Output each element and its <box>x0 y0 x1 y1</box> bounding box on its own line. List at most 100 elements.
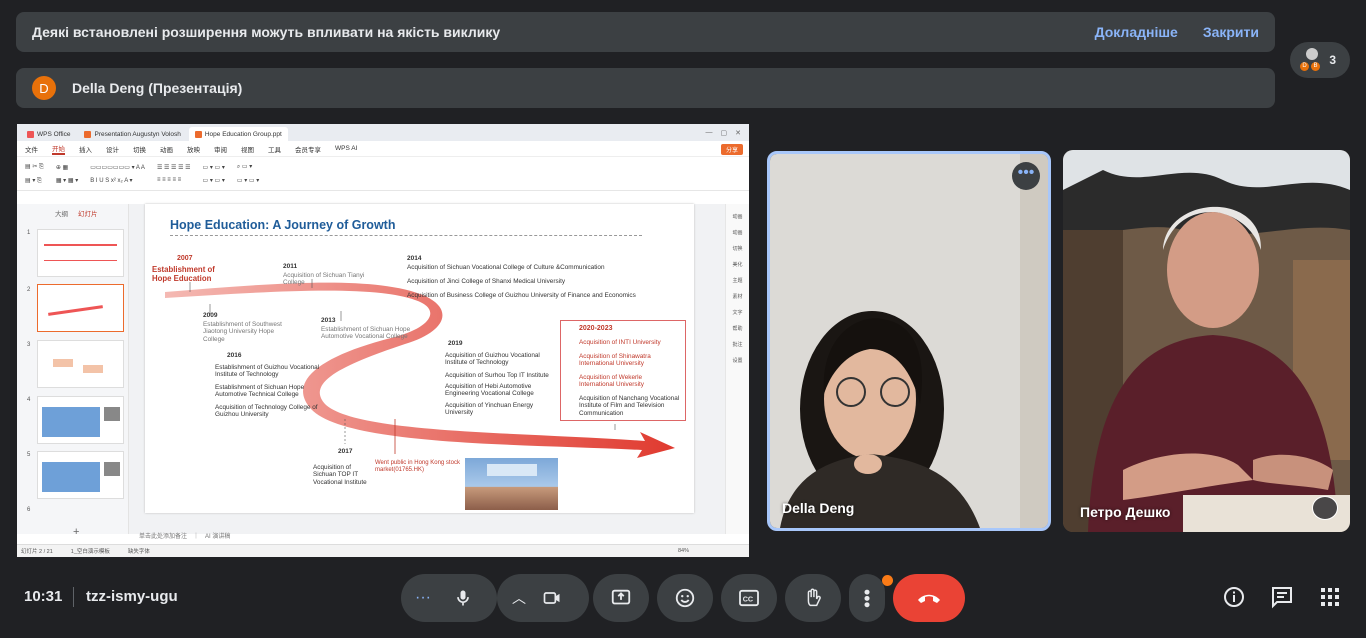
slide-thumbnail-5[interactable] <box>37 451 124 499</box>
menu-tools[interactable]: 工具 <box>268 144 281 154</box>
slide-thumbnail-3[interactable] <box>37 340 124 388</box>
slides-tab[interactable]: 幻灯片 <box>78 208 98 218</box>
menu-home[interactable]: 开始 <box>52 143 65 155</box>
more-options-button[interactable]: ••• <box>849 574 885 622</box>
zoom-level[interactable]: 84% <box>678 548 689 554</box>
hand-icon <box>807 588 821 607</box>
tool-8[interactable]: 帮助 <box>726 325 749 332</box>
wps-status-bar: 幻灯片 2 / 21 1_空白演示模板 缺失字体 84% <box>17 544 749 557</box>
wps-logo-icon <box>27 130 34 138</box>
wps-tab-home[interactable]: WPS Office <box>21 127 76 141</box>
chevron-up-icon[interactable]: ︿ <box>497 588 541 608</box>
slide-thumbnail-1[interactable] <box>37 229 124 277</box>
notes-area[interactable]: 单击此处添加备注 ｜ AI 演讲稿 <box>139 531 230 540</box>
share-button[interactable]: 分享 <box>720 144 743 155</box>
slide-thumbnail-2[interactable] <box>37 284 124 332</box>
item-2020-3: Acquisition of Wekerle International Uni… <box>579 374 645 389</box>
tool-10[interactable]: 设置 <box>726 357 749 364</box>
notification-dot <box>882 575 893 586</box>
ribbon-group-paragraph[interactable]: ☰ ☰ ☰ ☰ ☰ ≡ ≡ ≡ ≡ ≡ <box>157 164 191 183</box>
add-slide-icon[interactable]: + <box>73 526 79 538</box>
slide-thumbnail-4[interactable] <box>37 396 124 444</box>
menu-view[interactable]: 视图 <box>241 144 254 154</box>
wps-tab-bar: WPS Office Presentation Augustyn Volosh … <box>17 124 749 141</box>
missing-fonts[interactable]: 缺失字体 <box>128 547 150 555</box>
emoji-icon <box>675 588 695 608</box>
ppt-file-icon <box>194 130 202 138</box>
wps-ribbon: ▤ ✂ ⎘ ▤ ▾ ⎘ ⊕ ▦ ▦ ▾ ▦ ▾ ▭▭▭▭▭▭▭ ▾ A AB I U… <box>17 157 749 191</box>
ribbon-group-font[interactable]: ▭▭▭▭▭▭▭ ▾ A AB I U S x² x₂ A ▾ <box>90 164 145 184</box>
tool-9[interactable]: 批注 <box>726 341 749 348</box>
box-2020-2023: 2020-2023 Acquisition of INTI University… <box>560 320 686 421</box>
menu-animation[interactable]: 动画 <box>160 144 173 154</box>
tool-1[interactable]: 动画 <box>726 213 749 220</box>
tool-5[interactable]: 主题 <box>726 277 749 284</box>
footer-divider <box>73 587 74 607</box>
clock: 10:31 <box>24 588 63 605</box>
slide-number: 1 <box>27 230 31 236</box>
menu-review[interactable]: 审阅 <box>214 144 227 154</box>
item-2014-1: Acquisition of Sichuan Vocational Colleg… <box>407 264 605 271</box>
menu-wps-ai[interactable]: WPS AI <box>335 145 357 152</box>
shared-screen: WPS Office Presentation Augustyn Volosh … <box>17 124 749 557</box>
present-button[interactable] <box>593 574 649 622</box>
activities-icon[interactable] <box>1317 584 1343 610</box>
camera-control-group: ︿ <box>497 574 589 622</box>
wps-tab-presentation[interactable]: Presentation Augustyn Volosh <box>78 127 186 141</box>
raise-hand-button[interactable] <box>785 574 841 622</box>
close-icon[interactable]: ✕ <box>735 129 741 137</box>
microphone-icon[interactable] <box>453 588 473 608</box>
tool-2[interactable]: 动画 <box>726 229 749 236</box>
text-2018: Went public in Hong Kong stock market(01… <box>375 460 460 473</box>
slide-number: 3 <box>27 342 31 348</box>
reactions-button[interactable] <box>657 574 713 622</box>
right-toolbar: 动画 动画 切换 美化 主题 素材 文字 帮助 批注 设置 <box>725 204 749 534</box>
item-2020-2: Acquisition of Shinawatra International … <box>579 353 651 368</box>
slide-thumbnails-panel: 大纲 幻灯片 1 2 3 4 5 6 + <box>17 204 129 538</box>
close-banner-button[interactable]: Закрити <box>1203 24 1259 40</box>
item-2019-4: Acquisition of Yinchuan Energy Universit… <box>445 402 534 417</box>
wps-tab-hope[interactable]: Hope Education Group.ppt <box>188 127 288 141</box>
audio-settings-icon[interactable]: ··· <box>401 589 445 607</box>
meeting-info-icon[interactable] <box>1221 584 1247 610</box>
item-2019-2: Acquisition of Surhou Top IT Institute <box>445 372 549 379</box>
tool-7[interactable]: 文字 <box>726 309 749 316</box>
menu-slideshow[interactable]: 放映 <box>187 144 200 154</box>
tool-3[interactable]: 切换 <box>726 245 749 252</box>
maximize-icon[interactable]: ▢ <box>721 129 728 137</box>
item-2019-1: Acquisition of Guizhou Vocational Instit… <box>445 352 540 367</box>
chat-icon[interactable] <box>1269 584 1295 610</box>
outline-tab[interactable]: 大纲 <box>55 208 68 218</box>
menu-file[interactable]: 文件 <box>25 144 38 154</box>
menu-insert[interactable]: 插入 <box>79 144 92 154</box>
ribbon-group-drawing[interactable]: ▭ ▾ ▭ ▾ ▭ ▾ ▭ ▾ <box>203 164 225 184</box>
tool-6[interactable]: 素材 <box>726 293 749 300</box>
ribbon-group-clipboard[interactable]: ▤ ✂ ⎘ ▤ ▾ ⎘ <box>25 163 44 185</box>
pip-icon[interactable] <box>1312 496 1338 520</box>
year-2019: 2019 <box>448 340 463 347</box>
ribbon-group-slides[interactable]: ⊕ ▦ ▦ ▾ ▦ ▾ <box>56 164 78 184</box>
menu-transition[interactable]: 切换 <box>133 144 146 154</box>
minimize-icon[interactable]: — <box>706 129 713 137</box>
video-tile-della[interactable]: ••• Della Deng <box>767 151 1051 531</box>
meeting-code: tzz-ismy-ugu <box>86 588 178 605</box>
year-2013: 2013 <box>321 317 336 324</box>
camera-icon[interactable] <box>541 588 563 608</box>
item-2016-1: Establishment of Guizhou Vocational Inst… <box>215 364 320 379</box>
tool-4[interactable]: 美化 <box>726 261 749 268</box>
menu-design[interactable]: 设计 <box>106 144 119 154</box>
video-tile-petro[interactable]: Петро Дешко <box>1063 150 1350 532</box>
more-options-icon[interactable]: ••• <box>1012 162 1040 190</box>
menu-member[interactable]: 会员专享 <box>295 144 321 154</box>
year-2017: 2017 <box>338 448 353 455</box>
leave-call-button[interactable] <box>893 574 965 622</box>
participant-name-della: Della Deng <box>782 500 855 516</box>
learn-more-link[interactable]: Докладніше <box>1095 24 1178 40</box>
participant-avatars-icon: DB <box>1300 48 1324 72</box>
captions-button[interactable]: CC <box>721 574 777 622</box>
window-controls: — ▢ ✕ <box>706 129 750 141</box>
participant-name-petro: Петро Дешко <box>1080 504 1171 520</box>
ribbon-group-edit[interactable]: ⌕ ▭ ▾ ▭ ▾ ▭ ▾ <box>237 163 259 184</box>
participants-button[interactable]: DB 3 <box>1290 42 1350 78</box>
year-2007: 2007 <box>177 255 193 262</box>
